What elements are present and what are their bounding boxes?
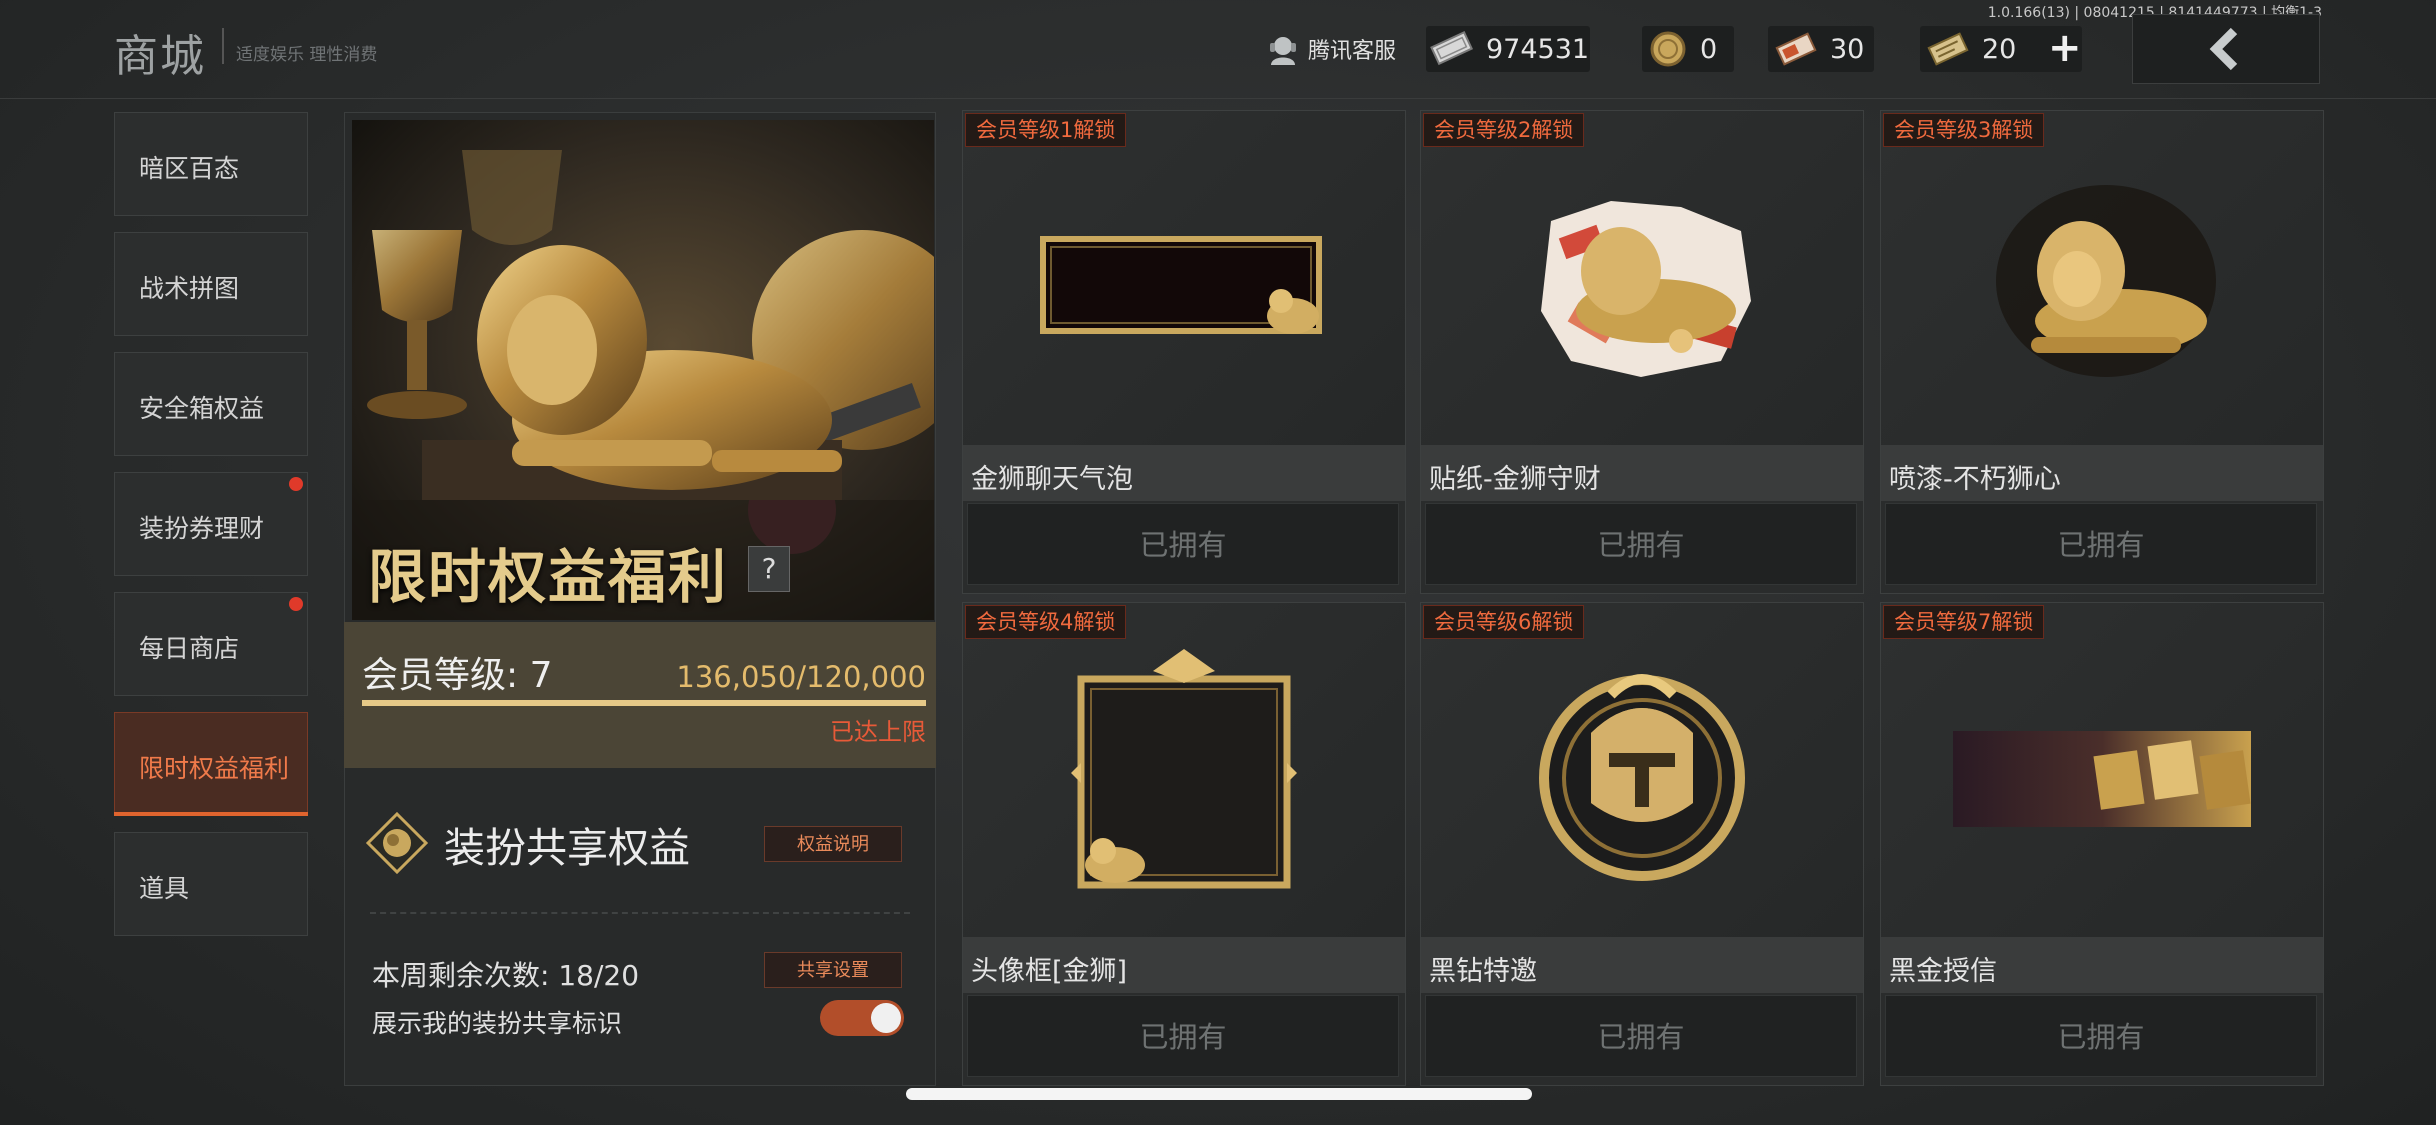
banknote-amount: 974531: [1486, 33, 1590, 65]
benefit-rules-button[interactable]: 权益说明: [764, 826, 902, 862]
reward-name: 黑钻特邀: [1429, 956, 1537, 987]
toggle-knob: [871, 1003, 901, 1033]
weekly-remaining: 本周剩余次数: 18/20: [372, 959, 640, 992]
sidebar-item-tactical-puzzle[interactable]: 战术拼图: [114, 232, 308, 336]
customer-service-button[interactable]: 腾讯客服: [1266, 32, 1396, 66]
sidebar-item-props[interactable]: 道具: [114, 832, 308, 936]
sidebar-item-label: 暗区百态: [139, 154, 240, 183]
page-subtitle: 适度娱乐 理性消费: [236, 45, 378, 65]
lion-spray-image: [1996, 185, 2216, 377]
unlock-level-tag: 会员等级3解锁: [1883, 113, 2045, 147]
reward-image: [963, 111, 1405, 445]
currency-gold-coin: 0: [1642, 26, 1734, 72]
owned-status-button[interactable]: 已拥有: [1425, 995, 1857, 1077]
member-level-progress: [362, 700, 926, 706]
currency-coupon: 30: [1768, 26, 1874, 72]
owned-status-button[interactable]: 已拥有: [967, 503, 1399, 585]
unlock-level-tag: 会员等级2解锁: [1423, 113, 1585, 147]
member-level-label: 会员等级: 7: [362, 655, 553, 696]
sidebar-item-safe-box[interactable]: 安全箱权益: [114, 352, 308, 456]
chevron-left-icon: [2209, 27, 2238, 71]
sidebar-item-anqu-baitai[interactable]: 暗区百态: [114, 112, 308, 216]
divider: [370, 912, 910, 914]
member-level-points: 136,050/120,000: [676, 660, 926, 694]
reward-card-chat-bubble[interactable]: 会员等级1解锁 金狮聊天气泡 已拥有: [962, 110, 1406, 594]
reward-name: 喷漆-不朽狮心: [1889, 464, 2061, 495]
sidebar-item-daily-shop[interactable]: 每日商店: [114, 592, 308, 696]
lion-chat-bubble-image: [1040, 236, 1322, 334]
reward-card-avatar-frame[interactable]: 会员等级4解锁 头像框[金狮] 已拥有: [962, 602, 1406, 1086]
gold-coin-amount: 0: [1700, 33, 1718, 65]
member-level-progress-fill: [362, 700, 926, 706]
currency-banknote: 974531: [1426, 26, 1590, 72]
sidebar-item-label: 道具: [139, 874, 190, 903]
back-button[interactable]: [2132, 14, 2320, 84]
reward-image: [1881, 111, 2323, 445]
home-indicator[interactable]: [906, 1088, 1532, 1100]
voucher-icon: [1927, 32, 1969, 66]
sidebar-item-skin-voucher[interactable]: 装扮券理财: [114, 472, 308, 576]
owned-status-button[interactable]: 已拥有: [1425, 503, 1857, 585]
customer-service-label: 腾讯客服: [1308, 39, 1397, 64]
gold-coin-icon: [1650, 31, 1686, 67]
voucher-amount: 20: [1982, 33, 2017, 65]
show-share-mark-label: 展示我的装扮共享标识: [372, 1009, 623, 1038]
sidebar-item-label: 限时权益福利: [139, 754, 290, 783]
reward-card-spray[interactable]: 会员等级3解锁 喷漆-不朽狮心 已拥有: [1880, 110, 2324, 594]
sidebar-item-label: 安全箱权益: [139, 394, 265, 423]
reward-image: [1881, 603, 2323, 937]
lion-avatar-frame-image: [1071, 649, 1297, 889]
reward-card-black-diamond[interactable]: 会员等级6解锁 黑钻特邀 已拥有: [1420, 602, 1864, 1086]
notification-dot: [289, 477, 303, 491]
reward-image: [1421, 603, 1863, 937]
lion-sticker-image: [1541, 201, 1751, 377]
reward-card-black-gold-credit[interactable]: 会员等级7解锁 黑金授信 已拥有: [1880, 602, 2324, 1086]
title-divider: [222, 28, 224, 64]
show-share-mark-toggle[interactable]: [820, 1000, 904, 1036]
unlock-level-tag: 会员等级6解锁: [1423, 605, 1585, 639]
level-max-label: 已达上限: [830, 718, 926, 746]
reward-card-sticker[interactable]: 会员等级2解锁 贴纸-金狮守财 已拥有: [1420, 110, 1864, 594]
sidebar-item-label: 战术拼图: [139, 274, 240, 303]
owned-status-button[interactable]: 已拥有: [1885, 503, 2317, 585]
black-gold-card-image: [1953, 731, 2251, 827]
coupon-ticket-icon: [1775, 32, 1817, 66]
page-title: 商城: [114, 31, 206, 82]
banknote-icon: [1430, 31, 1474, 66]
coupon-amount: 30: [1830, 33, 1865, 65]
notification-dot: [289, 597, 303, 611]
share-benefit-title: 装扮共享权益: [444, 824, 690, 872]
banner-title: 限时权益福利: [368, 543, 729, 611]
headset-icon: [1270, 37, 1296, 65]
sidebar-item-label: 每日商店: [139, 634, 240, 663]
reward-image: [963, 603, 1405, 937]
unlock-level-tag: 会员等级7解锁: [1883, 605, 2045, 639]
unlock-level-tag: 会员等级4解锁: [965, 605, 1127, 639]
reward-name: 金狮聊天气泡: [971, 464, 1133, 495]
help-button[interactable]: ?: [748, 546, 790, 592]
reward-name: 贴纸-金狮守财: [1429, 464, 1601, 495]
reward-name: 黑金授信: [1889, 956, 1997, 987]
lion-emblem-icon: [366, 812, 428, 874]
sidebar-item-label: 装扮券理财: [139, 514, 265, 543]
unlock-level-tag: 会员等级1解锁: [965, 113, 1127, 147]
add-currency-button[interactable]: +: [2048, 28, 2082, 68]
share-settings-button[interactable]: 共享设置: [764, 952, 902, 988]
reward-image: [1421, 111, 1863, 445]
reward-name: 头像框[金狮]: [971, 956, 1128, 987]
owned-status-button[interactable]: 已拥有: [967, 995, 1399, 1077]
helmet-badge-icon: [1539, 674, 1745, 881]
owned-status-button[interactable]: 已拥有: [1885, 995, 2317, 1077]
sidebar-item-limited-benefits[interactable]: 限时权益福利: [114, 712, 308, 816]
